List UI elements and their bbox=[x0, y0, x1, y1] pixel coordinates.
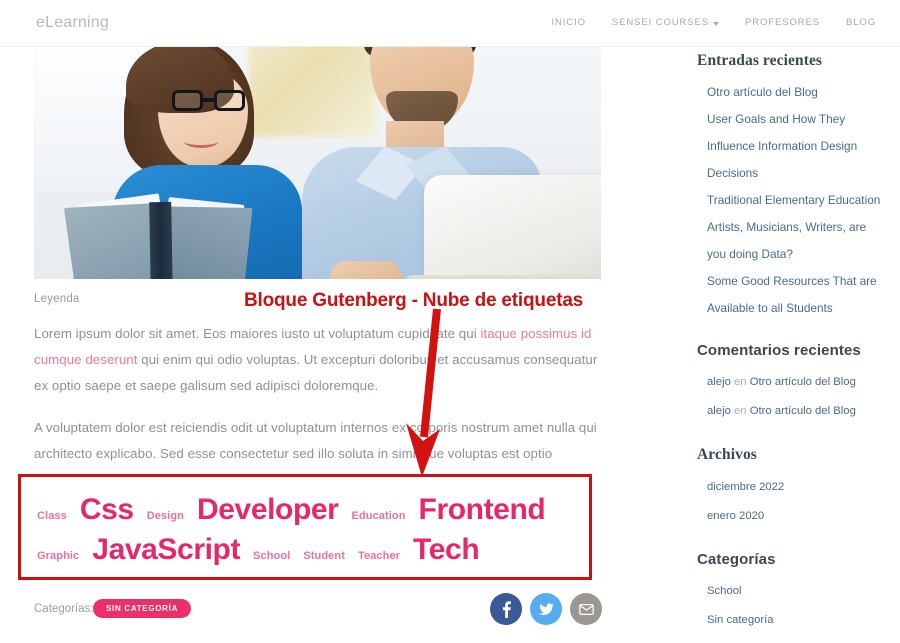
recent-comments-list: alejo en Otro artículo del Blog alejo en… bbox=[697, 368, 887, 426]
main-navigation: INICIO SENSEI COURSES PROFESORES BLOG bbox=[551, 17, 876, 28]
tag-student[interactable]: Student bbox=[303, 550, 345, 564]
photo-book-spine bbox=[149, 201, 173, 279]
facebook-share-button[interactable] bbox=[490, 593, 522, 625]
page-content: Leyenda Lorem ipsum dolor sit amet. Eos … bbox=[0, 47, 900, 643]
nav-item-sensei-courses[interactable]: SENSEI COURSES bbox=[612, 17, 719, 28]
categories-label: Categorías: bbox=[34, 603, 94, 615]
nav-item-inicio[interactable]: INICIO bbox=[551, 17, 585, 28]
article-paragraph-1: Lorem ipsum dolor sit amet. Eos maiores … bbox=[34, 321, 602, 399]
widget-archivos: Archivos diciembre 2022 enero 2020 bbox=[697, 446, 887, 531]
photo-child-smile bbox=[184, 135, 218, 148]
email-share-button[interactable] bbox=[570, 593, 602, 625]
list-item[interactable]: School bbox=[697, 577, 887, 606]
social-share-buttons bbox=[490, 593, 602, 625]
widget-title: Entradas recientes bbox=[697, 52, 823, 69]
widget-title: Categorías bbox=[697, 551, 776, 568]
page-root: eLearning INICIO SENSEI COURSES PROFESOR… bbox=[0, 0, 900, 643]
article-column: Leyenda Lorem ipsum dolor sit amet. Eos … bbox=[18, 47, 634, 625]
photo-laptop bbox=[424, 175, 601, 279]
post-meta: Categorías: SIN CATEGORÍA bbox=[34, 593, 602, 637]
widget-title: Comentarios recientes bbox=[697, 342, 861, 359]
list-item[interactable]: Sin categoría bbox=[697, 606, 887, 635]
tag-cloud-list: Class Css Design Developer Education Fro… bbox=[37, 491, 573, 568]
comment-connector: en bbox=[734, 376, 747, 388]
photo-child-glasses bbox=[172, 90, 250, 112]
nav-item-blog[interactable]: BLOG bbox=[846, 17, 876, 28]
recent-posts-list: Otro artículo del Blog User Goals and Ho… bbox=[697, 79, 887, 322]
featured-image bbox=[34, 47, 601, 279]
widget-title: Archivos bbox=[697, 446, 757, 463]
tag-developer[interactable]: Developer bbox=[197, 491, 339, 529]
list-item[interactable]: Artists, Musicians, Writers, are you doi… bbox=[697, 214, 887, 268]
tag-tech[interactable]: Tech bbox=[413, 531, 480, 569]
tag-graphic[interactable]: Graphic bbox=[37, 550, 79, 564]
photo-man-hand bbox=[330, 261, 402, 279]
envelope-icon bbox=[578, 603, 594, 615]
tag-css[interactable]: Css bbox=[80, 491, 134, 529]
site-header: eLearning INICIO SENSEI COURSES PROFESOR… bbox=[0, 0, 900, 47]
photo-window-center bbox=[248, 47, 376, 137]
annotation-label: Bloque Gutenberg - Nube de etiquetas bbox=[244, 290, 584, 311]
site-logo[interactable]: eLearning bbox=[36, 14, 109, 32]
glasses-lens-right bbox=[214, 90, 245, 111]
twitter-icon bbox=[538, 602, 554, 615]
facebook-icon bbox=[502, 600, 511, 618]
twitter-share-button[interactable] bbox=[530, 593, 562, 625]
sidebar: Entradas recientes Otro artículo del Blo… bbox=[697, 52, 887, 643]
paragraph-1-pre: Lorem ipsum dolor sit amet. Eos maiores … bbox=[34, 326, 481, 341]
categories-list: School Sin categoría bbox=[697, 577, 887, 635]
comment-author[interactable]: alejo bbox=[707, 405, 731, 417]
list-item[interactable]: alejo en Otro artículo del Blog bbox=[697, 397, 887, 426]
archives-list: diciembre 2022 enero 2020 bbox=[697, 473, 887, 531]
nav-item-profesores[interactable]: PROFESORES bbox=[745, 17, 820, 28]
tag-class[interactable]: Class bbox=[37, 510, 67, 524]
widget-categorias: Categorías School Sin categoría bbox=[697, 551, 887, 635]
tag-school[interactable]: School bbox=[253, 550, 290, 564]
glasses-lens-left bbox=[172, 90, 203, 111]
comment-author[interactable]: alejo bbox=[707, 376, 731, 388]
nav-label: INICIO bbox=[551, 17, 586, 28]
list-item[interactable]: diciembre 2022 bbox=[697, 473, 887, 502]
list-item[interactable]: Traditional Elementary Education bbox=[697, 187, 887, 214]
nav-label: PROFESORES bbox=[745, 17, 820, 28]
tag-design[interactable]: Design bbox=[147, 510, 184, 524]
widget-entradas-recientes: Entradas recientes Otro artículo del Blo… bbox=[697, 52, 887, 322]
chevron-down-icon bbox=[713, 21, 719, 26]
photo-laptop-base bbox=[406, 275, 601, 279]
list-item[interactable]: Some Good Resources That are Available t… bbox=[697, 268, 887, 322]
category-badge[interactable]: SIN CATEGORÍA bbox=[93, 599, 192, 618]
widget-comentarios-recientes: Comentarios recientes alejo en Otro artí… bbox=[697, 342, 887, 426]
comment-post[interactable]: Otro artículo del Blog bbox=[750, 405, 856, 417]
tag-education[interactable]: Education bbox=[351, 510, 405, 524]
gutenberg-tag-cloud-block: Class Css Design Developer Education Fro… bbox=[18, 474, 592, 580]
list-item[interactable]: enero 2020 bbox=[697, 502, 887, 531]
tag-javascript[interactable]: JavaScript bbox=[92, 531, 240, 569]
list-item[interactable]: Otro artículo del Blog bbox=[697, 79, 887, 106]
tag-teacher[interactable]: Teacher bbox=[358, 550, 400, 564]
nav-label: BLOG bbox=[846, 17, 876, 28]
list-item[interactable]: User Goals and How They Influence Inform… bbox=[697, 106, 887, 187]
tag-frontend[interactable]: Frontend bbox=[419, 491, 546, 529]
comment-post[interactable]: Otro artículo del Blog bbox=[750, 376, 856, 388]
list-item[interactable]: alejo en Otro artículo del Blog bbox=[697, 368, 887, 397]
nav-label: SENSEI COURSES bbox=[611, 17, 709, 28]
comment-connector: en bbox=[734, 405, 747, 417]
